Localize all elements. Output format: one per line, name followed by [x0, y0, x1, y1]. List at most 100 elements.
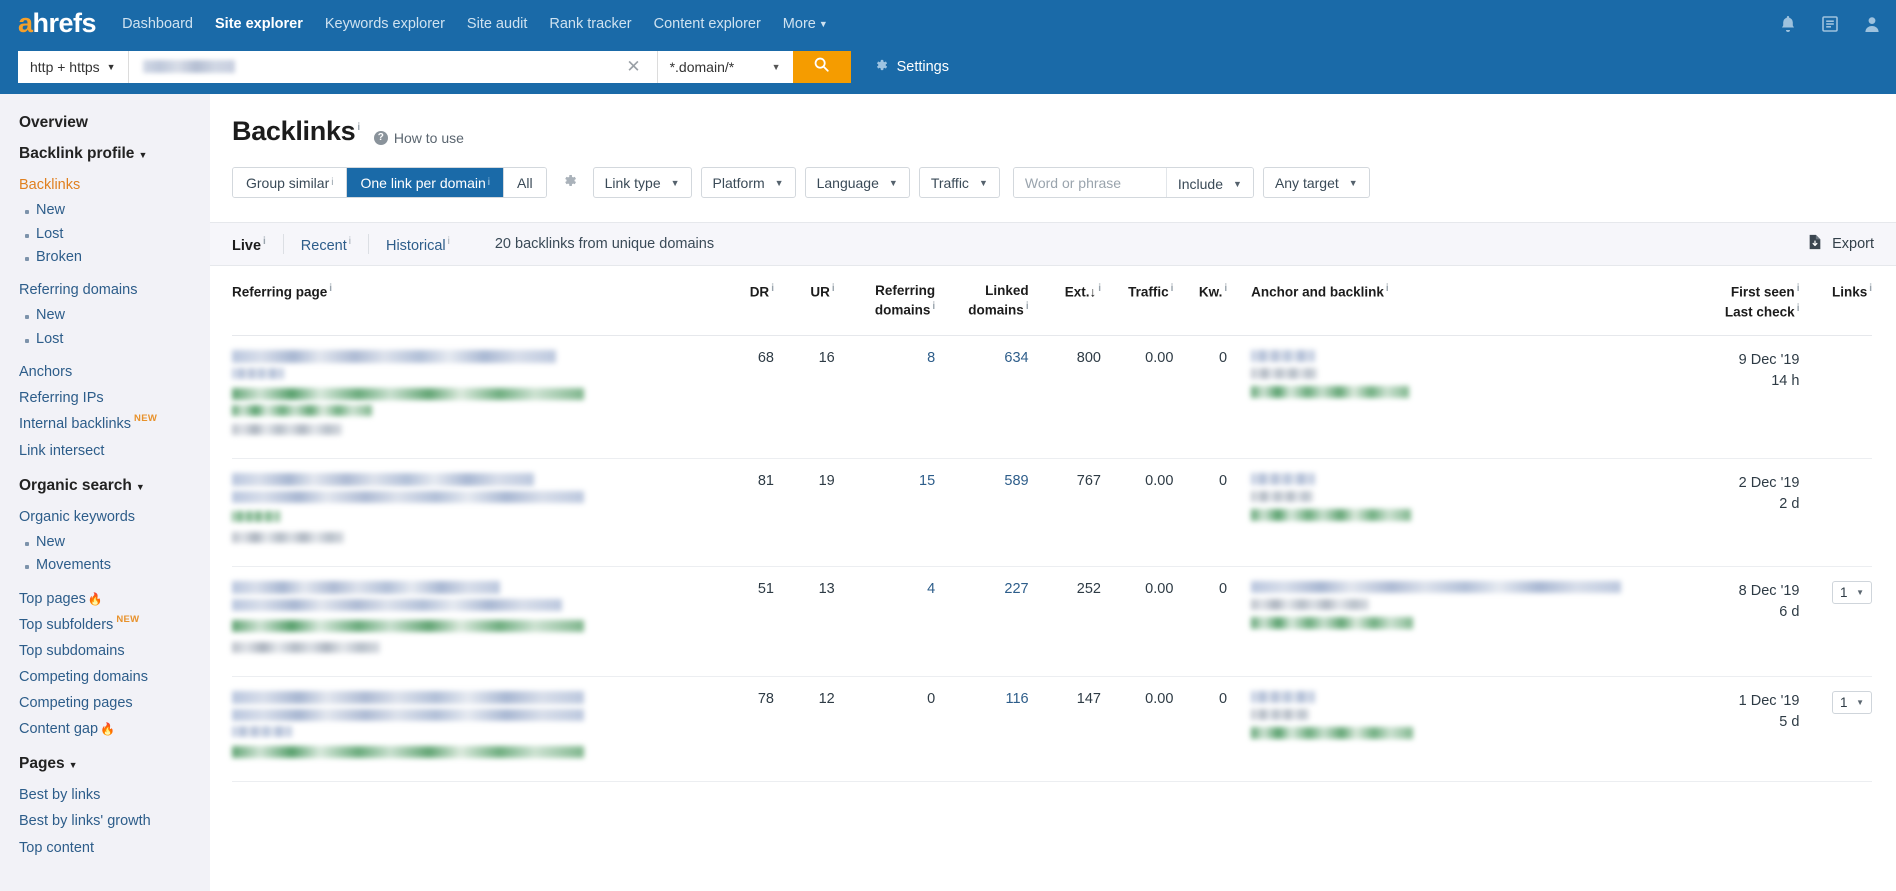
sidebar-item-organic-movements[interactable]: Movements — [25, 557, 210, 574]
info-marker[interactable]: i — [1869, 283, 1872, 294]
word-or-phrase-input[interactable] — [1013, 168, 1166, 197]
clear-icon[interactable]: ✕ — [620, 58, 646, 75]
info-marker[interactable]: i — [932, 301, 935, 312]
sidebar-item-backlinks-new[interactable]: New — [25, 202, 210, 219]
sidebar-item-best-by-links[interactable]: Best by links — [19, 786, 210, 804]
col-anchor-and-backlink[interactable]: Anchor and backlink i — [1227, 266, 1671, 337]
how-to-use-link[interactable]: ? How to use — [373, 130, 464, 146]
tab-live[interactable]: Live i — [232, 234, 284, 254]
info-marker[interactable]: i — [771, 283, 774, 294]
sidebar-item-competing-pages[interactable]: Competing pages — [19, 694, 210, 712]
sidebar-group-organic-search[interactable]: Organic search ▼ — [19, 477, 210, 495]
info-marker[interactable]: i — [331, 177, 333, 188]
segment-one-link-per-domain[interactable]: One link per domain i — [347, 168, 505, 197]
segment-all[interactable]: All — [504, 168, 546, 197]
sidebar-item-organic-new[interactable]: New — [25, 534, 210, 551]
cell-referring-page[interactable] — [232, 458, 711, 568]
sidebar-group-backlink-profile[interactable]: Backlink profile ▼ — [19, 145, 210, 163]
nav-item-rank-tracker[interactable]: Rank tracker — [549, 16, 631, 32]
column-settings-button[interactable] — [559, 172, 581, 194]
table-row[interactable]: 51 13 4 227 252 0.00 0 8 Dec '19 6 d 1 ▼ — [232, 566, 1872, 678]
col-ext[interactable]: Ext.↓ i — [1028, 266, 1101, 337]
col-first-seen-last-check[interactable]: First seen i Last check i — [1670, 266, 1800, 337]
sidebar-item-organic-keywords[interactable]: Organic keywords — [19, 508, 210, 526]
info-marker[interactable]: i — [1224, 283, 1227, 294]
include-dropdown[interactable]: Include ▼ — [1165, 168, 1253, 197]
info-marker[interactable]: i — [448, 236, 450, 247]
nav-item-site-explorer[interactable]: Site explorer — [215, 16, 303, 32]
referring-domains-value[interactable]: 8 — [927, 350, 935, 366]
nav-item-more[interactable]: More ▼ — [783, 16, 828, 32]
account-icon[interactable] — [1862, 14, 1882, 34]
cell-referring-domains[interactable]: 8 — [834, 335, 936, 460]
table-row[interactable]: 68 16 8 634 800 0.00 0 9 Dec '19 14 h — [232, 335, 1872, 460]
referring-domains-value[interactable]: 4 — [927, 581, 935, 597]
cell-anchor-and-backlink[interactable] — [1227, 566, 1671, 678]
info-marker[interactable]: i — [263, 236, 266, 247]
cell-anchor-and-backlink[interactable] — [1227, 335, 1671, 460]
table-row[interactable]: 81 19 15 589 767 0.00 0 2 Dec '19 2 d — [232, 458, 1872, 568]
links-count-dropdown[interactable]: 1 ▼ — [1832, 581, 1872, 605]
bell-icon[interactable] — [1778, 14, 1798, 34]
protocol-dropdown[interactable]: http + https ▼ — [18, 50, 129, 83]
search-button[interactable] — [792, 50, 851, 83]
cell-anchor-and-backlink[interactable] — [1227, 458, 1671, 568]
sidebar-item-top-pages[interactable]: Top pages 🔥 — [19, 590, 210, 608]
ahrefs-logo[interactable]: ahrefs — [18, 10, 97, 37]
sidebar-item-link-intersect[interactable]: Link intersect — [19, 442, 210, 460]
cell-anchor-and-backlink[interactable] — [1227, 676, 1671, 783]
cell-links[interactable]: 1 ▼ — [1799, 676, 1872, 783]
col-linked-domains[interactable]: Linked domains i — [935, 266, 1029, 337]
sidebar-item-content-gap[interactable]: Content gap 🔥 — [19, 720, 210, 738]
traffic-dropdown[interactable]: Traffic ▼ — [918, 167, 1000, 198]
platform-dropdown[interactable]: Platform ▼ — [700, 167, 796, 198]
sidebar-item-referring-domains[interactable]: Referring domains — [19, 281, 210, 299]
cell-linked-domains[interactable]: 634 — [935, 335, 1029, 460]
sidebar-item-anchors[interactable]: Anchors — [19, 363, 210, 381]
linked-domains-value[interactable]: 634 — [1004, 350, 1028, 366]
sidebar-item-referring-domains-lost[interactable]: Lost — [25, 331, 210, 348]
links-count-dropdown[interactable]: 1 ▼ — [1832, 691, 1872, 715]
cell-referring-page[interactable] — [232, 676, 711, 783]
language-dropdown[interactable]: Language ▼ — [804, 167, 910, 198]
target-input[interactable]: ✕ — [128, 50, 657, 83]
referring-domains-value[interactable]: 15 — [919, 473, 935, 489]
scope-dropdown[interactable]: *.domain/* ▼ — [656, 50, 793, 83]
nav-item-dashboard[interactable]: Dashboard — [122, 16, 193, 32]
linked-domains-value[interactable]: 589 — [1004, 473, 1028, 489]
sidebar-item-top-subdomains[interactable]: Top subdomains — [19, 642, 210, 660]
cell-links[interactable]: 1 ▼ — [1799, 566, 1872, 678]
link-type-dropdown[interactable]: Link type ▼ — [592, 167, 692, 198]
sidebar-group-pages[interactable]: Pages ▼ — [19, 755, 210, 773]
info-marker[interactable]: i — [329, 283, 332, 294]
col-kw[interactable]: Kw. i — [1173, 266, 1228, 337]
col-referring-domains[interactable]: Referring domains i — [834, 266, 936, 337]
sidebar-item-competing-domains[interactable]: Competing domains — [19, 668, 210, 686]
sidebar-item-referring-domains-new[interactable]: New — [25, 307, 210, 324]
sidebar-item-overview[interactable]: Overview — [19, 114, 210, 132]
nav-item-keywords-explorer[interactable]: Keywords explorer — [325, 16, 445, 32]
sidebar-item-backlinks-broken[interactable]: Broken — [25, 249, 210, 266]
info-marker[interactable]: i — [1026, 301, 1029, 312]
sidebar-item-internal-backlinks[interactable]: Internal backlinks NEW — [19, 413, 210, 433]
sidebar-item-best-by-links-growth[interactable]: Best by links' growth — [19, 812, 210, 830]
cell-linked-domains[interactable]: 227 — [935, 566, 1029, 678]
tab-recent[interactable]: Recent i — [284, 234, 369, 254]
info-marker[interactable]: i — [832, 283, 835, 294]
col-traffic[interactable]: Traffic i — [1101, 266, 1174, 337]
any-target-dropdown[interactable]: Any target ▼ — [1262, 167, 1370, 198]
table-row[interactable]: 78 12 0 116 147 0.00 0 1 Dec '19 5 d 1 ▼ — [232, 676, 1872, 783]
info-marker[interactable]: i — [1171, 283, 1174, 294]
info-marker[interactable]: i — [1797, 303, 1800, 314]
linked-domains-value[interactable]: 227 — [1004, 581, 1028, 597]
cell-linked-domains[interactable]: 116 — [935, 676, 1029, 783]
sidebar-item-referring-ips[interactable]: Referring IPs — [19, 389, 210, 407]
nav-item-site-audit[interactable]: Site audit — [467, 16, 527, 32]
col-referring-page[interactable]: Referring page i — [232, 266, 711, 337]
info-marker[interactable]: i — [349, 236, 351, 247]
cell-referring-domains[interactable]: 4 — [834, 566, 936, 678]
col-dr[interactable]: DR i — [710, 266, 774, 337]
sidebar-item-backlinks[interactable]: Backlinks — [19, 176, 210, 194]
info-marker[interactable]: i — [1386, 283, 1389, 294]
col-ur[interactable]: UR i — [773, 266, 835, 337]
